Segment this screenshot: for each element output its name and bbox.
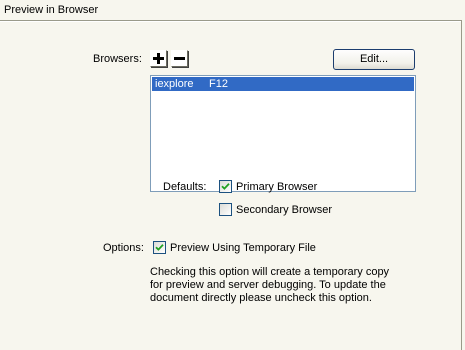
remove-browser-button[interactable] — [171, 50, 188, 67]
description-line: for preview and server debugging. To upd… — [150, 279, 386, 291]
browser-list[interactable]: iexplore F12 — [150, 75, 416, 192]
description-line: Checking this option will create a tempo… — [150, 266, 390, 278]
list-item-iexplore[interactable]: iexplore F12 — [152, 77, 414, 91]
temp-file-description: Checking this option will create a tempo… — [150, 266, 460, 305]
title-divider — [0, 20, 461, 22]
check-icon — [221, 183, 230, 190]
defaults-label: Defaults: — [163, 181, 207, 193]
secondary-browser-label: Secondary Browser — [236, 204, 332, 216]
primary-browser-checkbox[interactable] — [219, 180, 232, 193]
options-label: Options: — [103, 242, 144, 254]
primary-browser-label: Primary Browser — [236, 181, 318, 193]
plus-icon — [153, 53, 164, 64]
secondary-browser-checkbox[interactable] — [219, 203, 232, 216]
browser-shortcut: F12 — [209, 78, 228, 90]
minus-icon — [174, 57, 185, 60]
panel-title: Preview in Browser — [4, 4, 99, 16]
temp-file-label: Preview Using Temporary File — [170, 242, 316, 254]
edit-button[interactable]: Edit... — [333, 49, 415, 70]
browsers-label: Browsers: — [93, 53, 142, 65]
browser-name: iexplore — [155, 78, 194, 90]
temp-file-checkbox[interactable] — [153, 241, 166, 254]
add-browser-button[interactable] — [150, 50, 167, 67]
description-line: document directly please uncheck this op… — [150, 292, 372, 304]
right-edge-divider — [461, 20, 462, 350]
check-icon — [155, 244, 164, 251]
preview-in-browser-panel: Preview in Browser Browsers: Edit... iex… — [0, 0, 465, 350]
